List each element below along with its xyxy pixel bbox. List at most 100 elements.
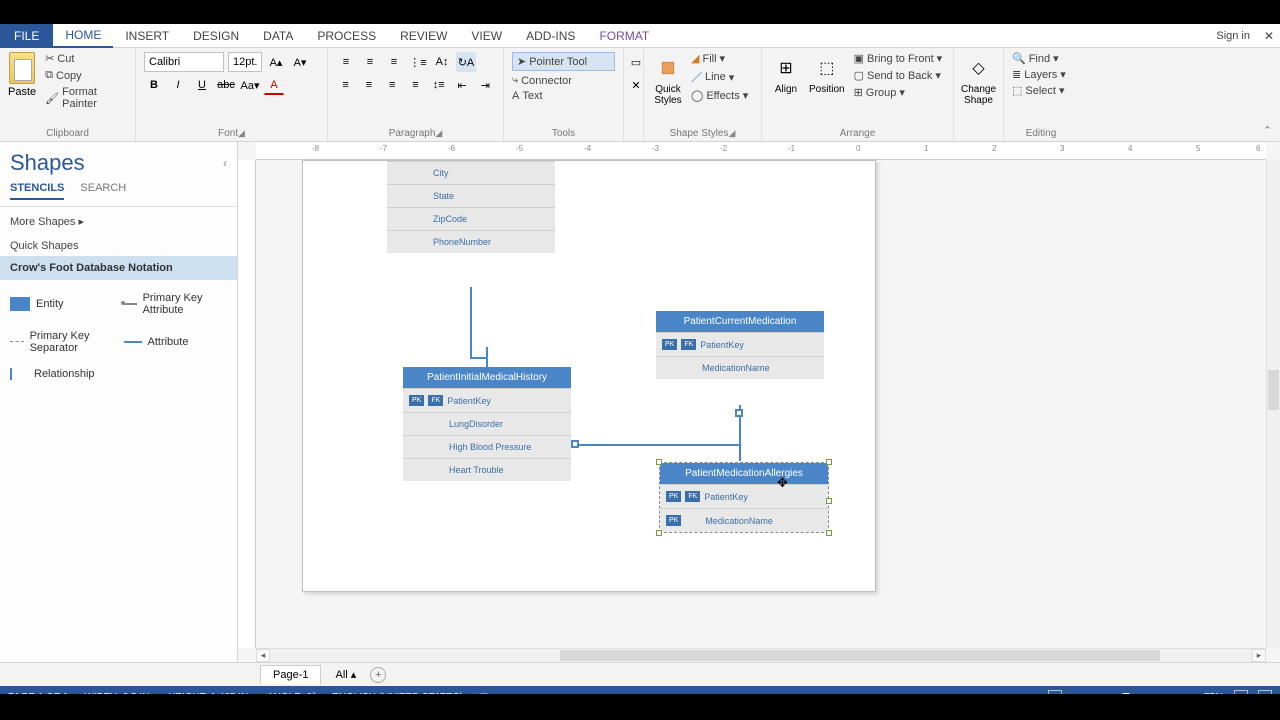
tab-design[interactable]: DESIGN [181,24,251,48]
line-button[interactable]: ／Line▾ [691,69,748,85]
font-dialog-launcher[interactable]: ◢ [238,128,245,138]
selection-handle[interactable] [826,498,832,504]
align-left-button[interactable]: ≡ [336,75,355,95]
attr-icon [124,341,142,343]
pointer-tool-button[interactable]: ➤Pointer Tool [512,52,615,71]
tab-home[interactable]: HOME [53,24,113,48]
align-middle-button[interactable]: ≡ [360,52,380,72]
italic-button[interactable]: I [168,75,188,95]
select-button[interactable]: ⬚Select▾ [1012,84,1070,97]
collapse-shapes-icon[interactable]: ‹ [223,156,227,170]
bring-to-front-button[interactable]: ▣Bring to Front ▾ [854,52,943,65]
sign-in-link[interactable]: Sign in [1216,30,1250,42]
tab-addins[interactable]: ADD-INS [514,24,587,48]
text-direction-button[interactable]: A↕ [432,52,452,72]
search-tab[interactable]: SEARCH [80,182,126,200]
shape-entity[interactable]: Entity [6,288,118,320]
tab-review[interactable]: REVIEW [388,24,459,48]
font-name-input[interactable] [144,52,224,72]
change-shape-button[interactable]: ◇ Change Shape [961,52,996,106]
font-size-input[interactable] [228,52,262,72]
align-bottom-button[interactable]: ≡ [384,52,404,72]
shape-styles-dialog-launcher[interactable]: ◢ [729,128,736,138]
pk-badge: PK [666,491,681,502]
tab-view[interactable]: VIEW [459,24,514,48]
increase-font-button[interactable]: A▴ [266,52,286,72]
text-tool-button[interactable]: AText [512,90,615,102]
connector[interactable] [571,444,741,446]
bullets-button[interactable]: ⋮≡ [408,52,428,72]
paragraph-dialog-launcher[interactable]: ◢ [435,128,442,138]
tab-insert[interactable]: INSERT [113,24,181,48]
cut-button[interactable]: ✂Cut [45,52,127,65]
shape-attribute[interactable]: Attribute [120,326,232,358]
page-tab-1[interactable]: Page-1 [260,665,321,684]
tab-data[interactable]: DATA [251,24,305,48]
selection-handle[interactable] [826,530,832,536]
line-spacing-button[interactable]: ↕≡ [429,75,448,95]
attr-label: LungDisorder [449,419,503,429]
scroll-thumb[interactable] [1268,370,1279,410]
close-icon[interactable]: ✕ [1264,29,1274,43]
effects-button[interactable]: ◯Effects▾ [691,89,748,102]
drawing-canvas[interactable]: -8 -7 -6 -5 -4 -3 -2 -1 0 1 2 3 4 5 6 [238,142,1280,662]
selection-handle[interactable] [826,459,832,465]
shape-relationship[interactable]: Relationship [6,364,118,384]
justify-button[interactable]: ≡ [406,75,425,95]
tab-process[interactable]: PROCESS [305,24,388,48]
format-painter-button[interactable]: 🖌Format Painter [45,86,127,110]
underline-button[interactable]: U [192,75,212,95]
entity-history[interactable]: PatientInitialMedicalHistory PKFKPatient… [403,367,571,481]
align-top-button[interactable]: ≡ [336,52,356,72]
align-right-button[interactable]: ≡ [383,75,402,95]
indent-button[interactable]: ⇥ [476,75,495,95]
position-button[interactable]: ⬚Position [809,52,845,126]
tab-format[interactable]: FORMAT [587,24,661,48]
entity-current-medication[interactable]: PatientCurrentMedication PKFKPatientKey … [656,311,824,379]
shape-primary-key-attribute[interactable]: Primary Key Attribute [120,288,232,320]
vertical-scrollbar[interactable] [1266,160,1280,648]
stencils-tab[interactable]: STENCILS [10,182,64,200]
scroll-left-button[interactable]: ◂ [256,649,270,662]
group-button[interactable]: ⊞Group▾ [854,86,943,99]
stencil-crowsfoot[interactable]: Crow's Foot Database Notation [0,256,237,280]
outdent-button[interactable]: ⇤ [452,75,471,95]
font-color-button[interactable]: A [264,75,284,95]
paste-button[interactable]: Paste [8,52,36,126]
find-button[interactable]: 🔍Find▾ [1012,52,1070,65]
layers-button[interactable]: ≣Layers▾ [1012,68,1070,81]
case-button[interactable]: Aa▾ [240,75,260,95]
quick-styles-button[interactable]: Quick Styles [652,52,684,126]
scroll-right-button[interactable]: ▸ [1252,649,1266,662]
clipboard-group-label: Clipboard [46,128,89,139]
quick-shapes-label[interactable]: Quick Shapes [0,236,237,256]
rotate-text-button[interactable]: ↻A [456,52,476,72]
drawing-page[interactable]: City State ZipCode PhoneNumber PatientIn… [302,160,876,592]
connector[interactable] [470,287,472,357]
add-page-button[interactable]: + [370,667,386,683]
send-to-back-button[interactable]: ▢Send to Back ▾ [854,69,943,82]
rectangle-tool-button[interactable]: ▭ [626,52,646,72]
all-pages-button[interactable]: All ▴ [335,668,356,681]
strike-button[interactable]: abc [216,75,236,95]
fill-button[interactable]: ◢Fill▾ [691,52,748,65]
move-cursor-icon: ✥ [777,475,788,491]
bold-button[interactable]: B [144,75,164,95]
selection-handle[interactable] [656,530,662,536]
align-center-button[interactable]: ≡ [359,75,378,95]
shape-primary-key-separator[interactable]: Primary Key Separator [6,326,118,358]
copy-button[interactable]: ⧉Copy [45,69,127,82]
entity-allergies[interactable]: PatientMedicationAllergies PKFKPatientKe… [660,463,828,532]
selection-handle[interactable] [656,459,662,465]
decrease-font-button[interactable]: A▾ [290,52,310,72]
connector[interactable] [486,347,488,367]
collapse-ribbon-button[interactable]: ⌃ [1263,124,1272,137]
connector-tool-button[interactable]: ⤷Connector [512,74,615,87]
tab-file[interactable]: FILE [0,24,53,48]
align-button[interactable]: ⊞Align [770,52,802,126]
entity-patient-top[interactable]: City State ZipCode PhoneNumber [387,161,555,253]
scroll-thumb[interactable] [560,650,1160,661]
horizontal-scrollbar[interactable]: ◂ ▸ [256,648,1266,662]
more-shapes-button[interactable]: More Shapes ▸ [0,207,237,236]
delete-tool-button[interactable]: ✕ [626,75,646,95]
